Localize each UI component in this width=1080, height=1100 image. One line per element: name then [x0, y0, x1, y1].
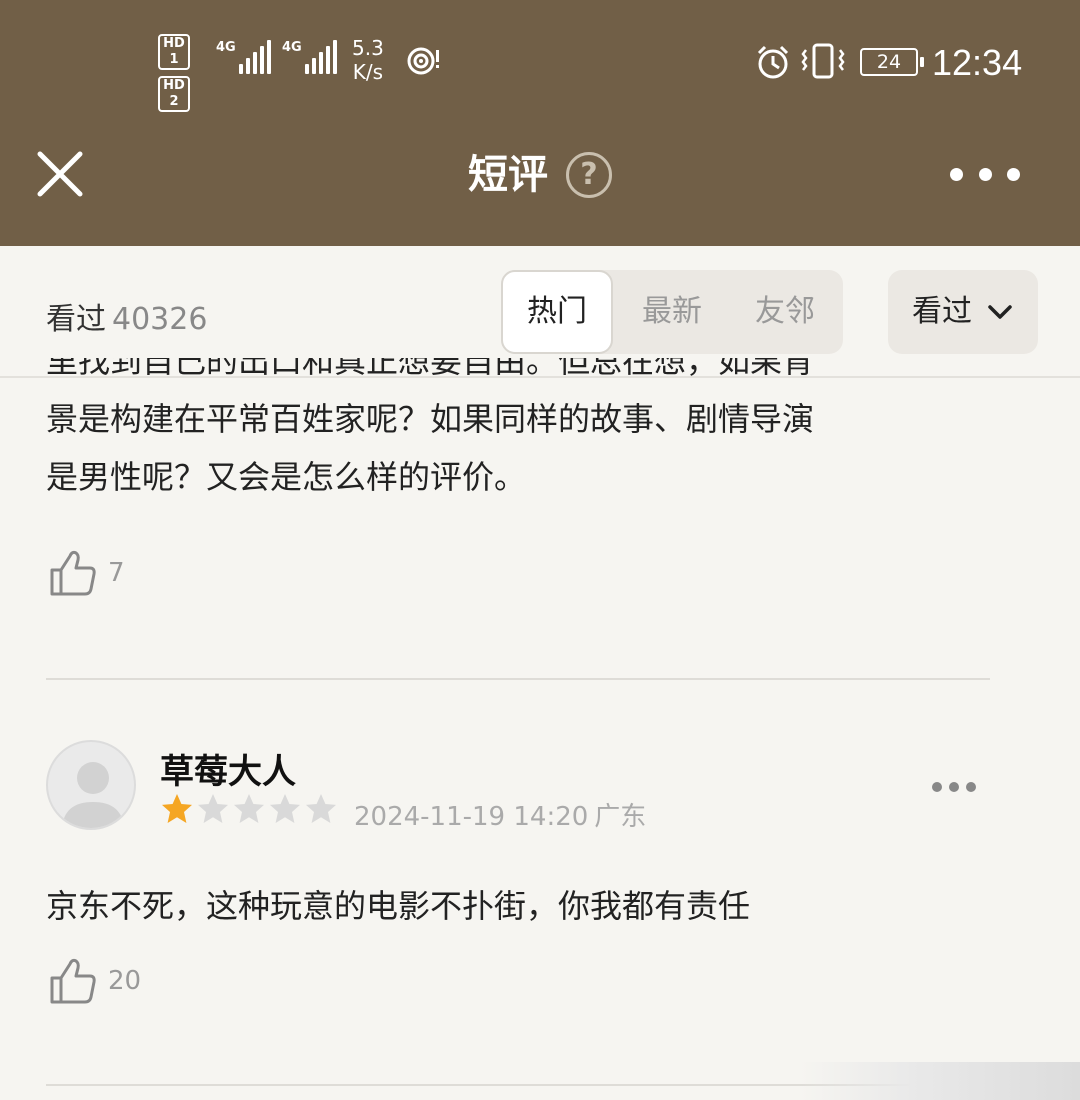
- page-title: 短评: [468, 152, 548, 198]
- chevron-down-icon: [988, 305, 1012, 319]
- hotspot-icon: [407, 47, 439, 75]
- comment-line-3: 是男性呢？又会是怎么样的评价。: [46, 458, 527, 496]
- network-speed: 5.3 K/s: [352, 36, 384, 84]
- comment-meta: 2024-11-19 14:20 广东: [354, 796, 646, 833]
- top-bar: HD 1 HD 2 4G 4G 5.3 K/s 24 12:34 短评 ?: [0, 0, 1080, 246]
- signal-icon-sim2: 4G: [282, 40, 340, 74]
- battery-indicator: 24: [860, 48, 924, 76]
- avatar[interactable]: [46, 740, 136, 830]
- comment-location: 广东: [594, 802, 647, 832]
- speed-value: 5.3: [352, 36, 384, 60]
- comment-line-1: 里找到自己的出口和真正想要自由。但总在想，如果背: [46, 358, 815, 380]
- seen-label: 看过: [46, 302, 106, 337]
- star-filled-icon: [162, 794, 192, 823]
- seen-count: 看过 40326: [46, 294, 207, 338]
- tab-hot[interactable]: 热门: [501, 270, 613, 354]
- like-count: 20: [108, 966, 142, 996]
- vibrate-icon: [801, 43, 845, 79]
- network-type-1: 4G: [216, 40, 236, 55]
- star-empty-icon: [198, 794, 228, 823]
- comment-date: 2024-11-19 14:20: [354, 802, 589, 832]
- speed-unit: K/s: [352, 60, 384, 84]
- sort-tabs: 热门 最新 友邻: [501, 270, 843, 354]
- comment-text: 京东不死，这种玩意的电影不扑街，你我都有责任: [46, 887, 751, 925]
- sim1-hd-badge: HD 1: [158, 34, 190, 70]
- comment-line-2: 景是构建在平常百姓家呢？如果同样的故事、剧情导演: [46, 400, 815, 438]
- like-button[interactable]: 20: [48, 956, 141, 1006]
- more-options-icon[interactable]: [950, 160, 1020, 188]
- username[interactable]: 草莓大人: [160, 744, 296, 793]
- alarm-icon: [757, 45, 789, 79]
- seen-filter-dropdown[interactable]: 看过: [888, 270, 1038, 354]
- star-empty-icon: [306, 794, 336, 823]
- close-icon[interactable]: [34, 148, 86, 200]
- network-type-2: 4G: [282, 40, 302, 55]
- star-empty-icon: [234, 794, 264, 823]
- divider: [46, 678, 990, 680]
- comment-text: 里找到自己的出口和真正想要自由。但总在想，如果背 景是构建在平常百姓家呢？如果同…: [46, 358, 986, 526]
- star-empty-icon: [270, 794, 300, 823]
- thumbs-up-icon: [50, 550, 96, 596]
- signal-icon-sim1: 4G: [216, 40, 274, 74]
- status-bar: HD 1 HD 2 4G 4G 5.3 K/s 24 12:34: [0, 30, 1080, 112]
- tab-friends[interactable]: 友邻: [729, 270, 841, 354]
- seen-dropdown-label: 看过: [912, 294, 972, 329]
- comment-more-icon[interactable]: [932, 780, 976, 794]
- seen-number: 40326: [112, 302, 208, 337]
- like-button[interactable]: 7: [48, 548, 125, 598]
- sim-indicators: HD 1 HD 2: [158, 34, 208, 118]
- thumbs-up-icon: [50, 958, 96, 1004]
- clock-time: 12:34: [932, 42, 1023, 83]
- like-count: 7: [108, 558, 125, 588]
- tab-latest[interactable]: 最新: [616, 270, 728, 354]
- watermark-fade: [800, 1062, 1080, 1100]
- help-icon[interactable]: ?: [566, 152, 612, 198]
- star-rating: [160, 792, 340, 826]
- default-avatar-icon: [62, 762, 124, 828]
- sim2-hd-badge: HD 2: [158, 76, 190, 112]
